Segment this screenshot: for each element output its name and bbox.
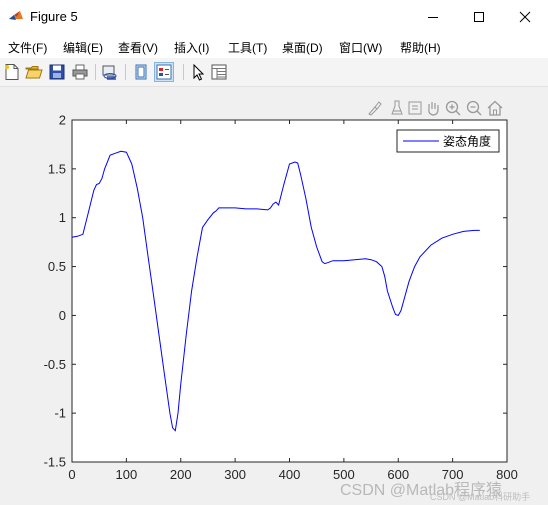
minimize-icon xyxy=(428,17,438,18)
menu-insert[interactable]: 插入(I) xyxy=(174,39,209,56)
y-tick-label: -0.5 xyxy=(44,357,66,372)
hide-plot-tools-icon[interactable] xyxy=(132,63,150,81)
menu-help[interactable]: 帮助(H) xyxy=(400,39,441,56)
link-plot-icon[interactable] xyxy=(101,63,119,81)
axes-box xyxy=(71,119,508,463)
y-tick-label: 0 xyxy=(59,308,66,323)
y-tick-label: -1 xyxy=(54,406,66,421)
home-icon[interactable] xyxy=(486,99,504,117)
menu-window[interactable]: 窗口(W) xyxy=(339,39,382,56)
data-tips-icon[interactable] xyxy=(388,99,406,117)
new-figure-icon[interactable] xyxy=(3,63,21,81)
zoom-in-icon[interactable] xyxy=(444,99,462,117)
zoom-out-icon[interactable] xyxy=(465,99,483,117)
x-tick-label: 0 xyxy=(68,467,75,482)
watermark-subtext: CSDN @Matlab科研助手 xyxy=(430,492,531,502)
menu-bar: 文件(F) 编辑(E) 查看(V) 插入(I) 工具(T) 桌面(D) 窗口(W… xyxy=(0,34,548,58)
maximize-button[interactable] xyxy=(456,0,502,34)
rotate-icon[interactable] xyxy=(406,99,424,117)
x-tick-label: 300 xyxy=(224,467,246,482)
maximize-icon xyxy=(474,12,484,22)
figure-toolbar xyxy=(0,58,548,87)
brush-icon[interactable] xyxy=(366,99,384,117)
toolbar-separator xyxy=(125,64,126,80)
close-button[interactable] xyxy=(502,0,548,34)
open-file-icon[interactable] xyxy=(25,63,43,81)
menu-file[interactable]: 文件(F) xyxy=(8,39,47,56)
pan-icon[interactable] xyxy=(424,99,442,117)
axes-toolbar xyxy=(366,99,506,117)
property-inspector-icon[interactable] xyxy=(210,63,228,81)
x-tick-label: 100 xyxy=(116,467,138,482)
plot-area: 0 100 200 300 400 500 600 700 800-1.5-1-0.500.51… xyxy=(44,113,518,483)
toolbar-separator xyxy=(183,64,184,80)
x-tick-label: 200 xyxy=(170,467,192,482)
edit-plot-icon[interactable] xyxy=(189,63,207,81)
matlab-logo-icon xyxy=(8,8,24,24)
menu-edit[interactable]: 编辑(E) xyxy=(63,39,103,56)
menu-desktop[interactable]: 桌面(D) xyxy=(282,39,323,56)
y-tick-label: 0.5 xyxy=(48,259,66,274)
window-title-bar: Figure 5 xyxy=(0,0,548,34)
y-tick-label: 2 xyxy=(59,113,66,128)
toolbar-separator xyxy=(95,64,96,80)
close-icon xyxy=(519,11,531,23)
y-tick-label: -1.5 xyxy=(44,455,66,470)
minimize-button[interactable] xyxy=(410,0,456,34)
window-title: Figure 5 xyxy=(30,9,78,24)
menu-tools[interactable]: 工具(T) xyxy=(228,39,267,56)
x-tick-label: 400 xyxy=(279,467,301,482)
menu-view[interactable]: 查看(V) xyxy=(118,39,158,56)
print-icon[interactable] xyxy=(71,63,89,81)
save-icon[interactable] xyxy=(48,63,66,81)
y-tick-label: 1 xyxy=(59,210,66,225)
y-tick-label: 1.5 xyxy=(48,161,66,176)
legend-entry-label: 姿态角度 xyxy=(443,134,491,149)
show-plot-tools-icon[interactable] xyxy=(154,62,174,82)
